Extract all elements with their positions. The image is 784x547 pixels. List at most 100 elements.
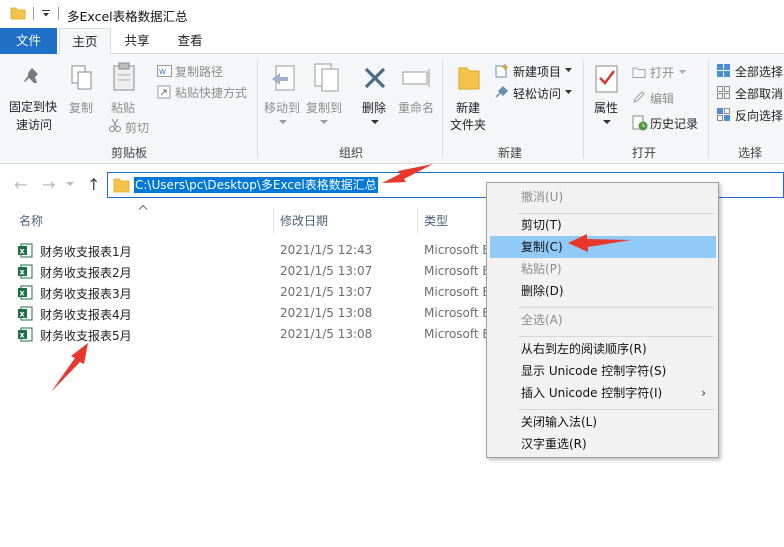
- menu-item-insert-unicode-control[interactable]: 插入 Unicode 控制字符(I) ›: [490, 382, 716, 404]
- group-separator: [583, 60, 584, 158]
- back-arrow-icon[interactable]: ←: [14, 175, 27, 194]
- title-bar: 多Excel表格数据汇总: [0, 0, 784, 28]
- properties-icon: [595, 65, 618, 93]
- copy-to-label: 复制到: [306, 101, 343, 115]
- copy-to-icon: [314, 63, 339, 92]
- excel-file-icon: x: [18, 327, 33, 342]
- copy-icon: [71, 65, 92, 90]
- file-name: 财务收支报表1月: [40, 245, 132, 259]
- cut-label: 剪切: [125, 121, 150, 135]
- annotation-arrow-icon: [382, 164, 433, 183]
- menu-item-undo[interactable]: 撤消(U): [490, 186, 716, 208]
- forward-arrow-icon[interactable]: →: [42, 175, 55, 194]
- close-icon: [364, 67, 386, 89]
- menu-item-select-all[interactable]: 全选(A): [490, 309, 716, 331]
- copy-path-label: 复制路径: [175, 65, 224, 79]
- chevron-down-icon: [565, 68, 572, 72]
- menu-item-rtl-reading-order[interactable]: 从右到左的阅读顺序(R): [490, 338, 716, 360]
- rename-label: 重命名: [398, 101, 435, 115]
- easy-access-label: 轻松访问: [513, 87, 562, 101]
- new-group-label: 新建: [498, 146, 523, 160]
- paste-shortcut-label: 粘贴快捷方式: [175, 86, 248, 100]
- chevron-right-icon: ›: [701, 386, 706, 400]
- file-row[interactable]: x 财务收支报表2月 2021/1/5 13:07 Microsoft E: [16, 261, 496, 282]
- tab-file[interactable]: 文件: [0, 28, 57, 54]
- file-row[interactable]: x 财务收支报表3月 2021/1/5 13:07 Microsoft E: [16, 282, 496, 303]
- ribbon-tabs: 文件 主页 共享 查看: [0, 28, 784, 55]
- new-folder-label-line2: 文件夹: [450, 118, 487, 132]
- sort-ascending-icon: [139, 205, 147, 210]
- history-label: 历史记录: [650, 117, 699, 131]
- file-type: Microsoft E: [424, 285, 491, 299]
- new-folder-label-line1: 新建: [456, 101, 481, 115]
- chevron-down-icon: [371, 120, 379, 124]
- up-arrow-icon[interactable]: ↑: [87, 175, 100, 194]
- menu-item-paste[interactable]: 粘贴(P): [490, 258, 716, 280]
- scissors-icon: [109, 118, 121, 132]
- menu-item-label: 插入 Unicode 控制字符(I): [521, 386, 663, 400]
- column-header-name[interactable]: 名称: [19, 212, 43, 229]
- group-separator: [257, 60, 258, 158]
- tab-home[interactable]: 主页: [59, 28, 111, 55]
- file-row[interactable]: x 财务收支报表1月 2021/1/5 12:43 Microsoft E: [16, 240, 496, 261]
- file-type: Microsoft E: [424, 327, 491, 341]
- select-all-label: 全部选择: [735, 65, 784, 79]
- open-group-label: 打开: [632, 146, 657, 160]
- menu-separator: [518, 307, 714, 308]
- chevron-down-icon: [279, 120, 287, 124]
- paste-label: 粘贴: [111, 101, 136, 115]
- file-explorer-window: 多Excel表格数据汇总 文件 主页 共享 查看 固定到快 速访问 复制 粘贴 …: [0, 0, 784, 547]
- paste-shortcut-icon: [157, 85, 171, 99]
- group-separator: [442, 60, 443, 158]
- title-divider: [33, 7, 34, 20]
- organize-group-label: 组织: [339, 146, 364, 160]
- excel-file-icon: x: [18, 306, 33, 321]
- pin-icon: [24, 68, 38, 83]
- file-date: 2021/1/5 13:07: [280, 264, 373, 278]
- menu-item-close-ime[interactable]: 关闭输入法(L): [490, 411, 716, 433]
- clipboard-group-label: 剪贴板: [111, 146, 148, 160]
- file-name: 财务收支报表2月: [40, 266, 132, 280]
- svg-text:x: x: [20, 310, 26, 319]
- recent-locations-chevron-icon[interactable]: [66, 182, 74, 187]
- annotation-arrow-icon: [51, 343, 88, 392]
- window-title: 多Excel表格数据汇总: [67, 9, 188, 24]
- ribbon-home: 固定到快 速访问 复制 粘贴 W 复制路径 粘贴快捷方式 剪切 剪贴板 移动到 …: [0, 54, 784, 164]
- file-row[interactable]: x 财务收支报表4月 2021/1/5 13:08 Microsoft E: [16, 303, 496, 324]
- menu-item-reconvert[interactable]: 汉字重选(R): [490, 433, 716, 455]
- menu-item-show-unicode-control[interactable]: 显示 Unicode 控制字符(S): [490, 360, 716, 382]
- chevron-down-icon: [603, 120, 611, 124]
- file-date: 2021/1/5 13:08: [280, 327, 373, 341]
- file-date: 2021/1/5 13:08: [280, 306, 373, 320]
- edit-label: 编辑: [650, 92, 675, 106]
- excel-file-icon: x: [18, 285, 33, 300]
- delete-label: 删除: [362, 101, 387, 115]
- new-folder-icon: [458, 67, 480, 90]
- column-header-date[interactable]: 修改日期: [280, 212, 328, 229]
- group-separator: [708, 60, 709, 158]
- menu-separator: [518, 336, 714, 337]
- column-header-type[interactable]: 类型: [424, 212, 448, 229]
- new-item-label: 新建项目: [513, 65, 562, 79]
- excel-file-icon: x: [18, 243, 33, 258]
- column-divider[interactable]: [273, 208, 274, 234]
- new-item-icon: [495, 64, 508, 78]
- invert-selection-label: 反向选择: [735, 109, 784, 123]
- pencil-icon: [633, 91, 645, 103]
- menu-separator: [518, 409, 714, 410]
- invert-selection-icon: [717, 108, 730, 121]
- pin-label-line1: 固定到快: [9, 100, 58, 114]
- svg-text:x: x: [20, 247, 26, 256]
- quick-access-dropdown-icon[interactable]: [41, 9, 51, 19]
- address-path[interactable]: C:\Users\pc\Desktop\多Excel表格数据汇总: [134, 177, 378, 193]
- file-date: 2021/1/5 13:07: [280, 285, 373, 299]
- column-divider[interactable]: [417, 208, 418, 234]
- menu-item-delete[interactable]: 删除(D): [490, 280, 716, 302]
- tab-view[interactable]: 查看: [166, 28, 214, 54]
- tab-share[interactable]: 共享: [113, 28, 161, 54]
- folder-icon: [10, 7, 26, 20]
- annotation-arrow-icon: [568, 234, 631, 252]
- file-name: 财务收支报表4月: [40, 308, 132, 322]
- context-menu: 撤消(U) 剪切(T) 复制(C) 粘贴(P) 删除(D) 全选(A) 从右到左…: [486, 182, 719, 458]
- svg-text:W: W: [159, 68, 166, 76]
